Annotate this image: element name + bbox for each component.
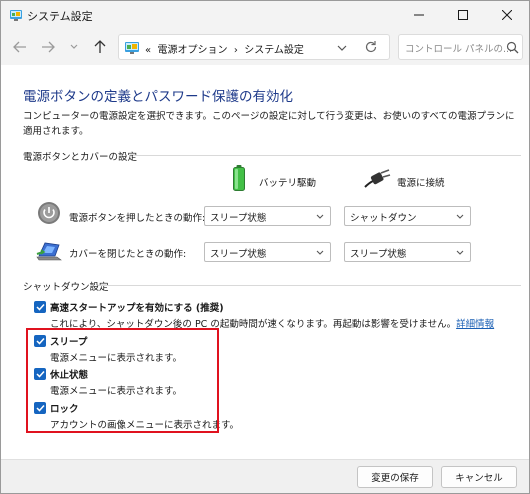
highlight-box (26, 328, 219, 433)
checkmark-icon (35, 303, 45, 311)
navigation-bar: « 電源オプション › システム設定 コントロール パネルの... (1, 29, 529, 65)
close-icon (502, 10, 512, 20)
breadcrumb-power-options[interactable]: 電源オプション (157, 45, 227, 56)
battery-icon (233, 165, 245, 191)
fast-startup-checkbox[interactable] (34, 301, 46, 313)
breadcrumb-overflow[interactable]: « (145, 45, 151, 56)
window-title: システム設定 (27, 10, 93, 23)
control-panel-icon (10, 10, 22, 21)
learn-more-link[interactable]: 詳細情報 (456, 319, 494, 330)
lid-close-action-label: カバーを閉じたときの動作: (69, 249, 187, 260)
search-icon (506, 41, 519, 54)
cancel-button[interactable]: キャンセル (441, 466, 517, 488)
chevron-down-icon (456, 214, 464, 219)
power-button-icon (38, 202, 60, 224)
refresh-icon[interactable] (364, 40, 378, 54)
footer-bar: 変更の保存 キャンセル (1, 459, 529, 493)
section-divider (133, 155, 521, 156)
laptop-lid-icon (36, 242, 62, 261)
search-input[interactable]: コントロール パネルの... (398, 34, 523, 60)
page-description: コンピューターの電源設定を選択できます。このページの設定に対して行う変更は、お使… (23, 111, 515, 137)
close-button[interactable] (485, 1, 529, 29)
chevron-down-icon[interactable] (337, 44, 347, 52)
power-section-label: 電源ボタンとカバーの設定 (23, 152, 138, 163)
section-divider (99, 285, 521, 286)
power-button-action-label: 電源ボタンを押したときの動作: (69, 213, 206, 224)
up-button[interactable] (89, 37, 111, 57)
lid-close-battery-select[interactable]: スリープ状態 (204, 242, 331, 262)
arrow-left-icon (13, 41, 26, 53)
chevron-down-icon (456, 250, 464, 255)
breadcrumb-system-settings[interactable]: システム設定 (244, 45, 304, 56)
page-title: 電源ボタンの定義とパスワード保護の有効化 (23, 89, 293, 105)
back-button[interactable] (9, 37, 31, 57)
title-bar: システム設定 (1, 1, 529, 29)
selected-value: スリープ状態 (350, 249, 407, 260)
selected-value: シャットダウン (350, 213, 417, 224)
power-button-plugged-select[interactable]: シャットダウン (344, 206, 471, 226)
breadcrumb-separator: › (233, 45, 238, 56)
content-area: 電源ボタンの定義とパスワード保護の有効化 コンピューターの電源設定を選択できます… (1, 65, 529, 459)
selected-value: スリープ状態 (210, 213, 267, 224)
forward-button[interactable] (37, 37, 59, 57)
shutdown-section-label: シャットダウン設定 (23, 282, 109, 293)
power-button-battery-select[interactable]: スリープ状態 (204, 206, 331, 226)
lid-close-plugged-select[interactable]: スリープ状態 (344, 242, 471, 262)
minimize-icon (414, 14, 424, 16)
maximize-icon (458, 10, 468, 20)
selected-value: スリープ状態 (210, 249, 267, 260)
chevron-down-icon (70, 44, 78, 49)
system-settings-window: システム設定 « 電源オプション › システム設定 コントロール パネルの...… (0, 0, 530, 494)
address-bar[interactable]: « 電源オプション › システム設定 (118, 34, 390, 60)
chevron-down-icon (316, 214, 324, 219)
fast-startup-title: 高速スタートアップを有効にする (推奨) (50, 303, 224, 314)
plugged-column-label: 電源に接続 (397, 178, 445, 189)
search-placeholder: コントロール パネルの... (405, 44, 513, 55)
control-panel-icon (125, 42, 139, 54)
breadcrumb: « 電源オプション › システム設定 (145, 41, 304, 56)
minimize-button[interactable] (397, 1, 441, 29)
arrow-right-icon (42, 41, 55, 53)
maximize-button[interactable] (441, 1, 485, 29)
power-plug-icon (364, 169, 391, 188)
battery-column-label: バッテリ駆動 (259, 178, 317, 189)
save-changes-button[interactable]: 変更の保存 (357, 466, 433, 488)
chevron-down-icon (316, 250, 324, 255)
arrow-up-icon (94, 40, 106, 53)
recent-locations-button[interactable] (63, 37, 85, 57)
